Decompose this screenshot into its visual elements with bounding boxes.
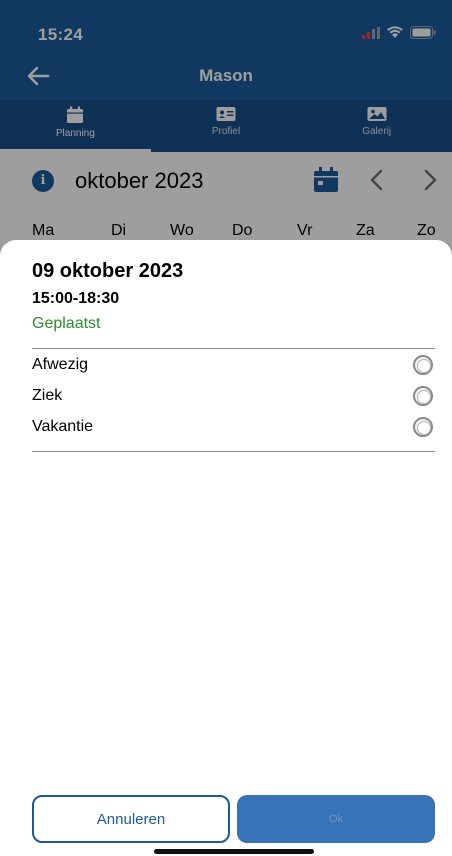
weekday-label: Vr [297,222,313,239]
chevron-right-icon[interactable] [420,166,440,194]
calendar-picker-icon[interactable] [312,166,340,194]
tab-profiel[interactable]: Profiel [151,100,302,152]
tab-planning[interactable]: Planning [0,100,151,152]
image-icon [367,107,387,121]
tab-label-planning: Planning [55,128,95,139]
calendar-icon [67,106,84,123]
option-ziek[interactable]: Ziek [32,383,435,411]
weekday-label: Di [111,222,127,239]
weekday-label: Wo [170,222,194,239]
option-label: Ziek [32,387,63,404]
app-header: 15:24 Mason [0,0,452,100]
tab-label-galerij: Galerij [362,126,392,137]
weekday-label: Do [232,222,253,239]
divider [32,451,435,452]
radio-button[interactable] [413,386,433,406]
status-label: Geplaatst [32,315,101,332]
divider [32,348,435,349]
month-label: oktober 2023 [75,168,204,193]
info-icon[interactable]: i [32,170,54,192]
sheet-time: 15:00-18:30 [32,290,120,307]
option-afwezig[interactable]: Afwezig [32,352,435,380]
battery-icon [410,26,436,39]
id-card-icon [216,107,236,121]
option-label: Vakantie [32,418,94,435]
home-indicator [154,849,314,854]
wifi-icon [387,26,403,38]
option-vakantie[interactable]: Vakantie [32,414,435,442]
option-label: Afwezig [32,356,89,373]
page-title: Mason [199,66,253,85]
tab-label-profiel: Profiel [211,126,241,137]
weekday-label: Zo [417,222,436,239]
status-icons [362,26,436,39]
bottom-sheet: 09 oktober 2023 15:00-18:30 Geplaatst Af… [0,240,452,856]
status-time: 15:24 [38,25,83,44]
weekday-label: Za [356,222,375,239]
tab-bar: Planning Profiel Galerij [0,100,452,152]
sheet-date: 09 oktober 2023 [32,260,184,282]
radio-button[interactable] [413,417,433,437]
signal-icon [362,26,380,39]
chevron-left-icon[interactable] [367,166,387,194]
ok-button[interactable]: Ok [237,795,435,843]
radio-button[interactable] [413,355,433,375]
cancel-button[interactable]: Annuleren [32,795,230,843]
weekday-label: Ma [32,222,55,239]
tab-galerij[interactable]: Galerij [301,100,452,152]
